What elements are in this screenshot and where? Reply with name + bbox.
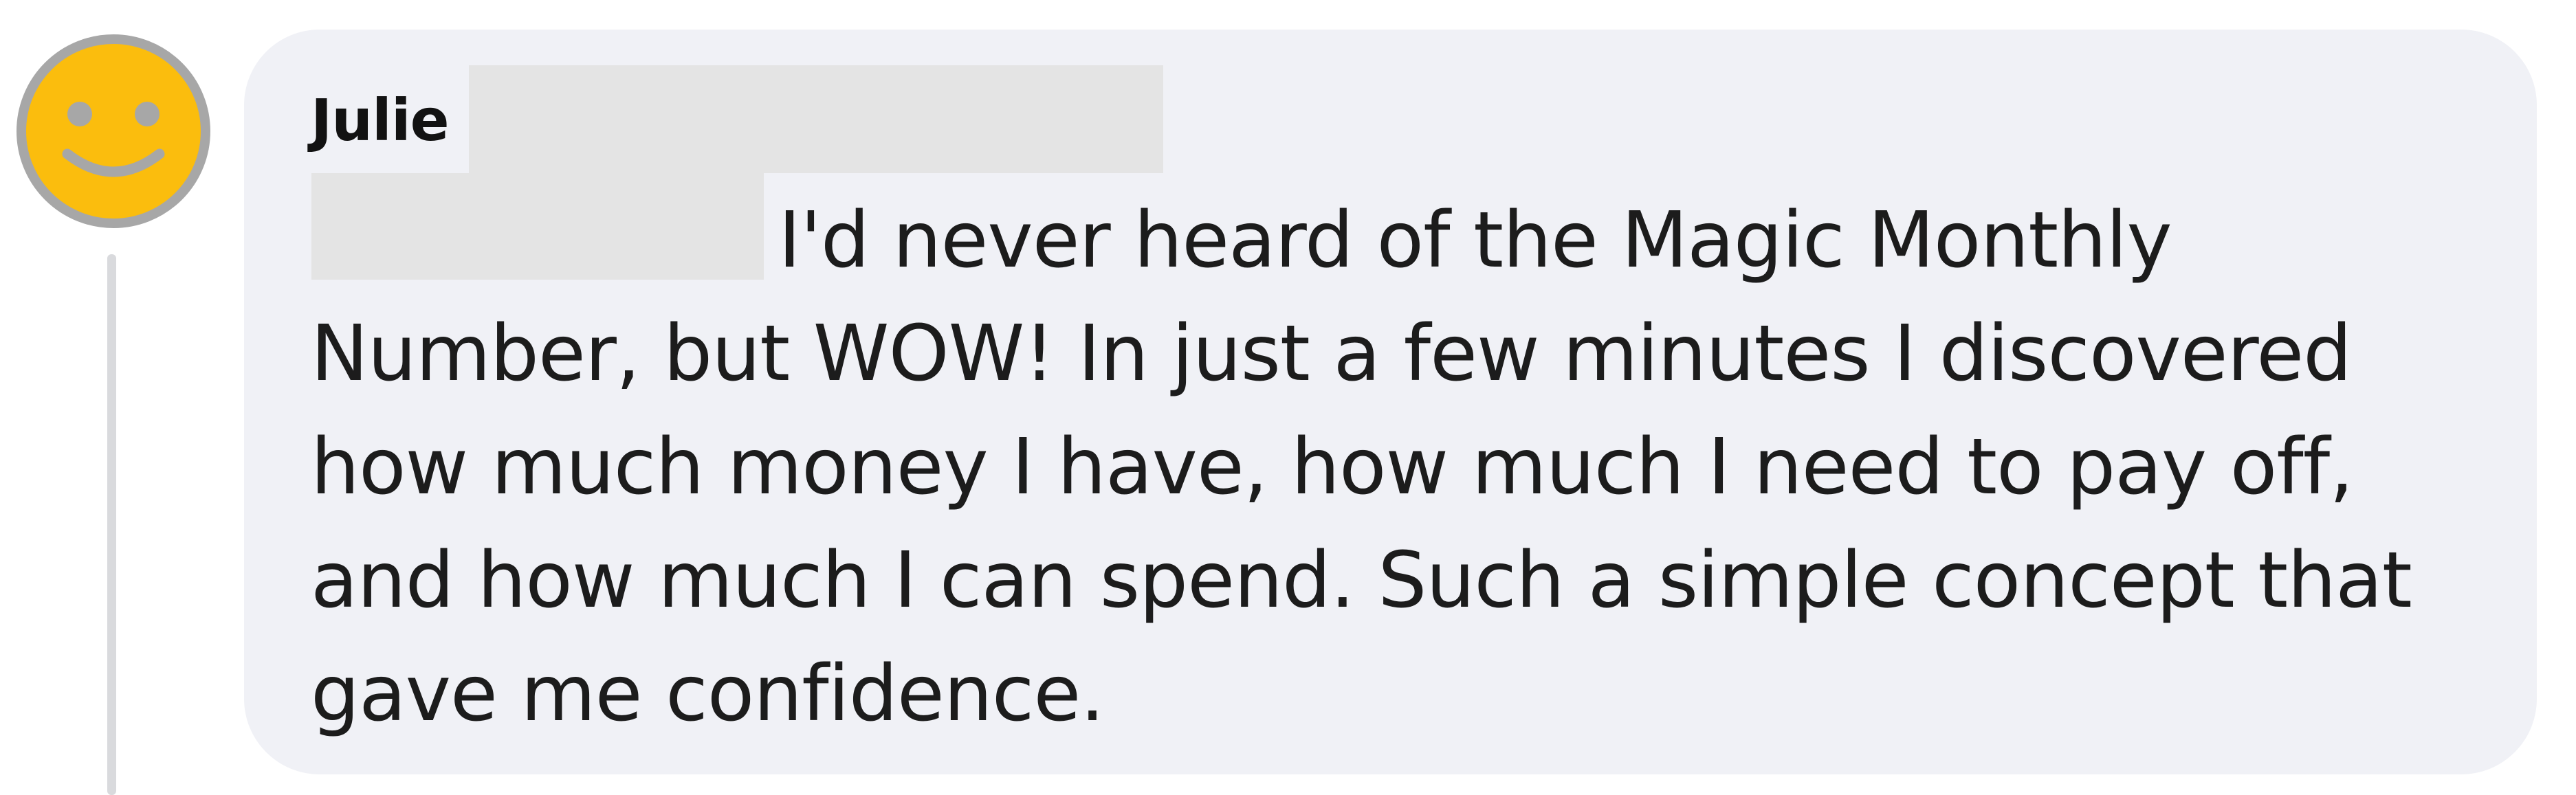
comment-author-name[interactable]: Julie: [311, 87, 450, 154]
redacted-author-surname: [469, 65, 1163, 173]
smiley-face-icon: [16, 34, 210, 228]
comment-text: I'd never heard of the Magic Monthly Num…: [311, 196, 2412, 739]
avatar[interactable]: [15, 33, 212, 229]
thread-connector-line: [107, 254, 116, 795]
comment-author-row: Julie: [311, 65, 450, 175]
